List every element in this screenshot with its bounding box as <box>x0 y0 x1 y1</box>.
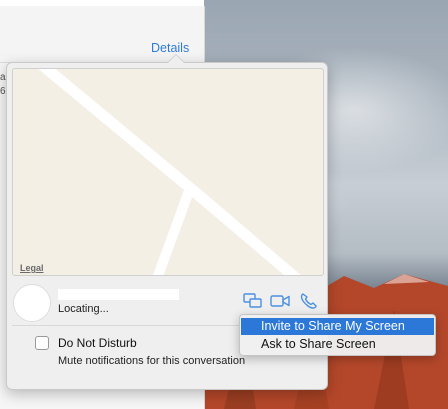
details-button[interactable]: Details <box>151 41 189 55</box>
contact-name <box>58 289 179 300</box>
legal-link[interactable]: Legal <box>20 263 44 273</box>
screen-share-menu: Invite to Share My Screen Ask to Share S… <box>239 314 436 356</box>
map-roads <box>38 69 301 275</box>
truncated-text: a <box>0 72 6 83</box>
do-not-disturb-label[interactable]: Do Not Disturb <box>58 336 137 350</box>
video-camera-icon[interactable] <box>270 292 290 310</box>
location-map[interactable]: Legal <box>12 68 324 276</box>
location-status: Locating... <box>58 303 109 315</box>
do-not-disturb-checkbox[interactable] <box>35 336 49 350</box>
truncated-text: 6 <box>0 86 6 97</box>
screen-share-icon[interactable] <box>243 292 263 310</box>
menu-item-invite-share-screen[interactable]: Invite to Share My Screen <box>241 318 434 335</box>
menu-item-ask-share-screen[interactable]: Ask to Share Screen <box>241 336 434 353</box>
phone-icon[interactable] <box>299 292 319 310</box>
do-not-disturb-description: Mute notifications for this conversation <box>58 355 246 367</box>
avatar <box>13 284 51 322</box>
